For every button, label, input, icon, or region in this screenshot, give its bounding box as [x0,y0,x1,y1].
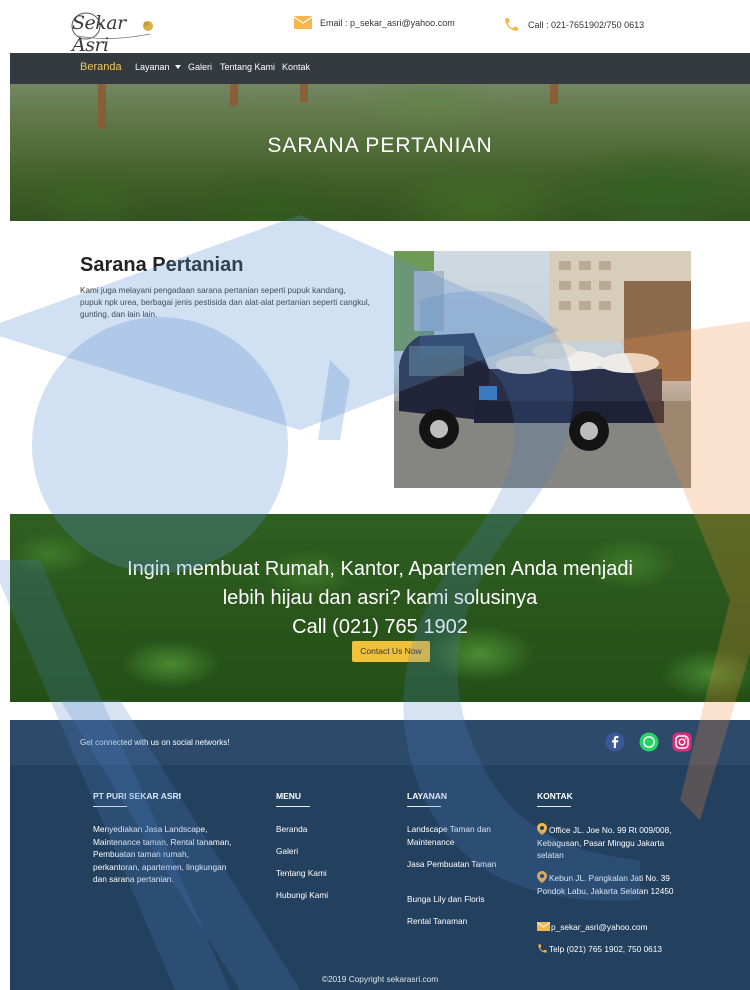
nav-beranda[interactable]: Beranda [80,61,122,73]
phone-icon [505,18,518,31]
social-text: Get connected with us on social networks… [80,738,230,747]
footer-layanan-landscape[interactable]: Landscape Taman dan Maintenance [407,823,497,848]
phone-icon [538,944,547,953]
envelope-icon [294,16,312,29]
footer-phone[interactable]: Telp (021) 765 1902, 750 0613 [537,943,707,956]
footer-kontak-heading: KONTAK [537,791,573,807]
truck-image [394,251,691,488]
footer-menu-galeri[interactable]: Galeri [276,845,298,858]
section-description: Kami juga melayani pengadaan sarana pert… [80,286,370,319]
footer-company-heading: PT PURI SEKAR ASRI [93,791,181,807]
top-header: Sekar Asri Email : p_sekar_asri@yahoo.co… [0,0,750,56]
footer: PT PURI SEKAR ASRI Menyediakan Jasa Land… [10,765,750,990]
footer-menu-tentang-kami[interactable]: Tentang Kami [276,867,327,880]
logo-text: Sekar Asri [72,12,126,56]
nav-galeri[interactable]: Galeri [188,62,212,72]
footer-menu-heading: MENU [276,791,310,807]
copyright: ©2019 Copyright sekarasri.com [321,974,439,984]
social-bar: Get connected with us on social networks… [10,720,750,765]
hero-decor [300,84,308,102]
map-pin-icon [537,871,547,883]
nav-tentang-kami[interactable]: Tentang Kami [220,62,275,72]
cta-line-1: Ingin membuat Rumah, Kantor, Apartemen A… [127,558,633,580]
truck-photo [394,251,691,488]
envelope-icon [536,922,551,931]
footer-layanan-pembuatan[interactable]: Jasa Pembuatan Taman [407,858,497,871]
header-call[interactable]: Call : 021-7651902/750 0613 [503,16,644,33]
footer-email[interactable]: p_sekar_asri@yahoo.com [536,921,697,934]
hero-decor [550,84,558,104]
cta-banner: Ingin membuat Rumah, Kantor, Apartemen A… [10,514,750,702]
instagram-icon[interactable] [672,732,692,752]
hero-title: SARANA PERTANIAN [267,134,493,157]
footer-kebun: Kebun JL. Pangkalan Jati No. 39 Pondok L… [537,871,677,897]
footer-layanan-heading: LAYANAN [407,791,447,807]
footer-company-text: Menyediakan Jasa Landscape, Maintenance … [93,824,232,884]
footer-layanan-rental[interactable]: Rental Tanaman [407,915,507,928]
cta-text: Ingin membuat Rumah, Kantor, Apartemen A… [10,555,750,642]
header-email-text: Email : p_sekar_asri@yahoo.com [320,17,455,28]
contact-us-button[interactable]: Contact Us Now [352,641,430,662]
header-email[interactable]: Email : p_sekar_asri@yahoo.com [294,16,455,29]
hero-decor [98,84,106,129]
map-pin-icon [537,823,547,835]
footer-office-text: Office JL. Joe No. 99 Rt 009/008, Kebagu… [537,825,672,860]
footer-menu-beranda[interactable]: Beranda [276,823,307,836]
footer-office: Office JL. Joe No. 99 Rt 009/008, Kebagu… [537,823,677,862]
footer-phone-text: Telp (021) 765 1902, 750 0613 [549,944,663,954]
caret-down-icon [174,65,181,69]
nav-layanan-label: Layanan [135,62,170,72]
nav-layanan[interactable]: Layanan [135,62,181,72]
footer-email-text: p_sekar_asri@yahoo.com [551,922,648,932]
facebook-icon[interactable] [605,732,625,752]
nav-kontak[interactable]: Kontak [282,62,310,72]
header-call-text: Call : 021-7651902/750 0613 [528,19,645,30]
hero-decor [230,84,238,106]
hero-banner: SARANA PERTANIAN [10,84,750,221]
footer-kebun-text: Kebun JL. Pangkalan Jati No. 39 Pondok L… [537,873,674,896]
whatsapp-icon[interactable] [639,732,659,752]
navbar: Beranda Layanan Galeri Tentang Kami Kont… [10,53,750,84]
cta-line-2: lebih hijau dan asri? kami solusinya [222,587,538,609]
section-title: Sarana Pertanian [80,254,244,276]
footer-menu-hubungi-kami[interactable]: Hubungi Kami [276,889,328,902]
cta-line-3: Call (021) 765 1902 [292,616,468,638]
logo[interactable]: Sekar Asri [70,6,160,56]
footer-layanan-bunga[interactable]: Bunga Lily dan Floris [407,893,507,906]
